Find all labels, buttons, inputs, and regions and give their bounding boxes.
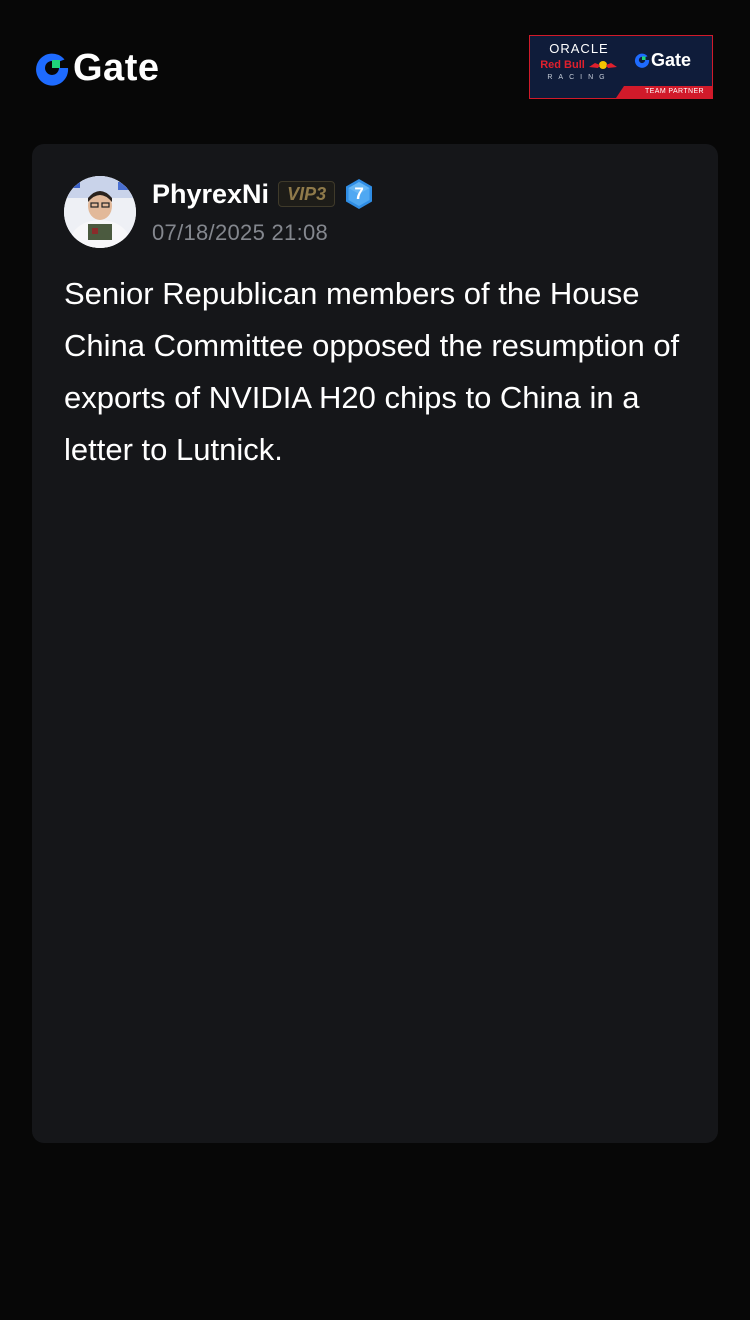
gate-logo-icon bbox=[634, 53, 650, 68]
avatar[interactable] bbox=[64, 176, 136, 248]
page: Gate ORACLE Red Bull RACING Gate TEAM PA… bbox=[0, 0, 750, 1320]
partner-gate-text: Gate bbox=[651, 50, 692, 70]
gate-logo-icon bbox=[36, 53, 69, 86]
racing-text: RACING bbox=[547, 74, 611, 81]
brand-name: Gate bbox=[73, 47, 160, 89]
level-badge: 7 bbox=[344, 178, 374, 210]
red-bull-icon bbox=[588, 61, 617, 69]
post-body: Senior Republican members of the House C… bbox=[64, 276, 680, 467]
post-timestamp: 07/18/2025 21:08 bbox=[152, 220, 329, 245]
vip-badge: VIP3 bbox=[278, 181, 336, 207]
level-number: 7 bbox=[354, 184, 364, 203]
team-partner-badge[interactable]: ORACLE Red Bull RACING Gate TEAM PARTNER bbox=[529, 35, 713, 99]
oracle-red-bull-racing-logo: ORACLE Red Bull RACING bbox=[539, 42, 619, 83]
post-card: PhyrexNi VIP3 7 07/18/2025 21:08 Senior … bbox=[32, 144, 718, 1143]
gate-logo[interactable]: Gate bbox=[34, 48, 159, 88]
oracle-text: ORACLE bbox=[549, 41, 609, 56]
team-partner-label: TEAM PARTNER bbox=[645, 88, 704, 95]
red-bull-text: Red Bull bbox=[540, 59, 585, 71]
avatar-image bbox=[64, 176, 136, 248]
partner-gate-logo: Gate bbox=[634, 50, 691, 70]
author-name[interactable]: PhyrexNi bbox=[152, 177, 269, 211]
author-row: PhyrexNi VIP3 7 bbox=[152, 177, 374, 211]
